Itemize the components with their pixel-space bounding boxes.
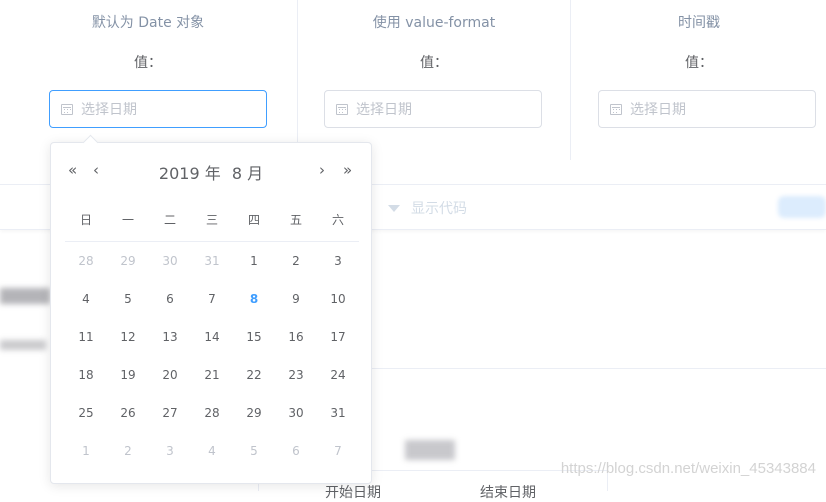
day-cell[interactable]: 30 — [149, 251, 191, 289]
value-label: 值： — [134, 55, 162, 71]
weekday-label: 四 — [247, 213, 260, 227]
caret-down-icon — [388, 204, 400, 212]
day-cell[interactable]: 9 — [275, 289, 317, 327]
day-cell[interactable]: 31 — [317, 403, 359, 441]
day-cell[interactable]: 4 — [65, 289, 107, 327]
date-input[interactable]: 选择日期 — [324, 90, 542, 128]
date-input-placeholder: 选择日期 — [630, 102, 686, 118]
day-grid: 28 29 30 31 1 2 3 4 5 6 7 8 9 10 11 12 13 14 15 16 17 18 19 20 2… — [65, 251, 359, 479]
next-month-button[interactable]: › — [319, 161, 325, 179]
day-cell[interactable]: 14 — [191, 327, 233, 365]
day-cell[interactable]: 29 — [233, 403, 275, 441]
day-cell[interactable]: 6 — [149, 289, 191, 327]
day-cell[interactable]: 5 — [107, 289, 149, 327]
day-cell[interactable]: 31 — [191, 251, 233, 289]
day-cell[interactable]: 1 — [65, 441, 107, 479]
day-cell[interactable]: 30 — [275, 403, 317, 441]
date-input[interactable]: 选择日期 — [49, 90, 267, 128]
day-cell-today[interactable]: 8 — [233, 289, 275, 327]
weekday-label: 三 — [205, 213, 218, 227]
day-cell[interactable]: 23 — [275, 365, 317, 403]
day-cell[interactable]: 3 — [149, 441, 191, 479]
date-input-placeholder: 选择日期 — [356, 102, 412, 118]
date-input[interactable]: 选择日期 — [598, 90, 816, 128]
day-cell[interactable]: 28 — [65, 251, 107, 289]
calendar-icon — [610, 103, 622, 115]
column-title: 使用 value-format — [372, 15, 496, 31]
day-cell[interactable]: 20 — [149, 365, 191, 403]
weekday-label: 日 — [79, 213, 92, 227]
day-cell[interactable]: 5 — [233, 441, 275, 479]
day-cell[interactable]: 19 — [107, 365, 149, 403]
blurred-text — [0, 288, 50, 304]
day-cell[interactable]: 16 — [275, 327, 317, 365]
range-end-placeholder: 结束日期 — [480, 485, 536, 501]
date-input-placeholder: 选择日期 — [81, 102, 137, 118]
day-cell[interactable]: 15 — [233, 327, 275, 365]
day-cell[interactable]: 28 — [191, 403, 233, 441]
day-cell[interactable]: 2 — [107, 441, 149, 479]
column-title: 时间戳 — [678, 15, 720, 31]
day-cell[interactable]: 2 — [275, 251, 317, 289]
calendar-icon — [61, 103, 73, 115]
value-label: 值： — [420, 55, 448, 71]
day-cell[interactable]: 12 — [107, 327, 149, 365]
weekday-label: 一 — [121, 213, 134, 227]
day-cell[interactable]: 10 — [317, 289, 359, 327]
day-cell[interactable]: 27 — [149, 403, 191, 441]
demo-column-date-object: 默认为 Date 对象 值： 选择日期 — [0, 0, 296, 160]
day-cell[interactable]: 6 — [275, 441, 317, 479]
day-cell[interactable]: 24 — [317, 365, 359, 403]
day-cell[interactable]: 22 — [233, 365, 275, 403]
demo-column-timestamp: 时间戳 值： 选择日期 — [570, 0, 826, 160]
date-picker-panel: « ‹ 2019 年 8 月 › » 日一二三四五六 28 29 30 31 1 2 3 4 5… — [50, 134, 372, 484]
day-cell[interactable]: 21 — [191, 365, 233, 403]
weekday-label: 二 — [163, 213, 176, 227]
day-cell[interactable]: 4 — [191, 441, 233, 479]
column-title: 默认为 Date 对象 — [91, 15, 205, 31]
show-code-toggle[interactable]: 显示代码 — [388, 198, 467, 218]
weekday-header: 日一二三四五六 — [65, 211, 359, 242]
next-year-button[interactable]: » — [343, 161, 352, 179]
day-cell[interactable]: 11 — [65, 327, 107, 365]
year-label[interactable]: 2019 年 — [159, 164, 221, 183]
day-cell[interactable]: 18 — [65, 365, 107, 403]
day-cell[interactable]: 26 — [107, 403, 149, 441]
value-label: 值： — [685, 55, 713, 71]
weekday-label: 五 — [289, 213, 302, 227]
day-cell[interactable]: 1 — [233, 251, 275, 289]
day-cell[interactable]: 13 — [149, 327, 191, 365]
show-code-label: 显示代码 — [411, 201, 467, 217]
weekday-label: 六 — [331, 213, 344, 227]
month-label[interactable]: 8 月 — [232, 164, 263, 183]
blurred-text — [405, 440, 455, 460]
day-cell[interactable]: 7 — [317, 441, 359, 479]
day-cell[interactable]: 7 — [191, 289, 233, 327]
range-start-placeholder: 开始日期 — [325, 485, 381, 501]
demo-column-value-format: 使用 value-format 值： 选择日期 — [297, 0, 570, 160]
day-cell[interactable]: 29 — [107, 251, 149, 289]
day-cell[interactable]: 25 — [65, 403, 107, 441]
watermark: https://blog.csdn.net/weixin_45343884 — [560, 460, 816, 477]
blurred-text — [0, 340, 46, 350]
blurred-button — [778, 196, 826, 218]
day-cell[interactable]: 3 — [317, 251, 359, 289]
day-cell[interactable]: 17 — [317, 327, 359, 365]
calendar-icon — [336, 103, 348, 115]
section-divider — [370, 368, 826, 369]
